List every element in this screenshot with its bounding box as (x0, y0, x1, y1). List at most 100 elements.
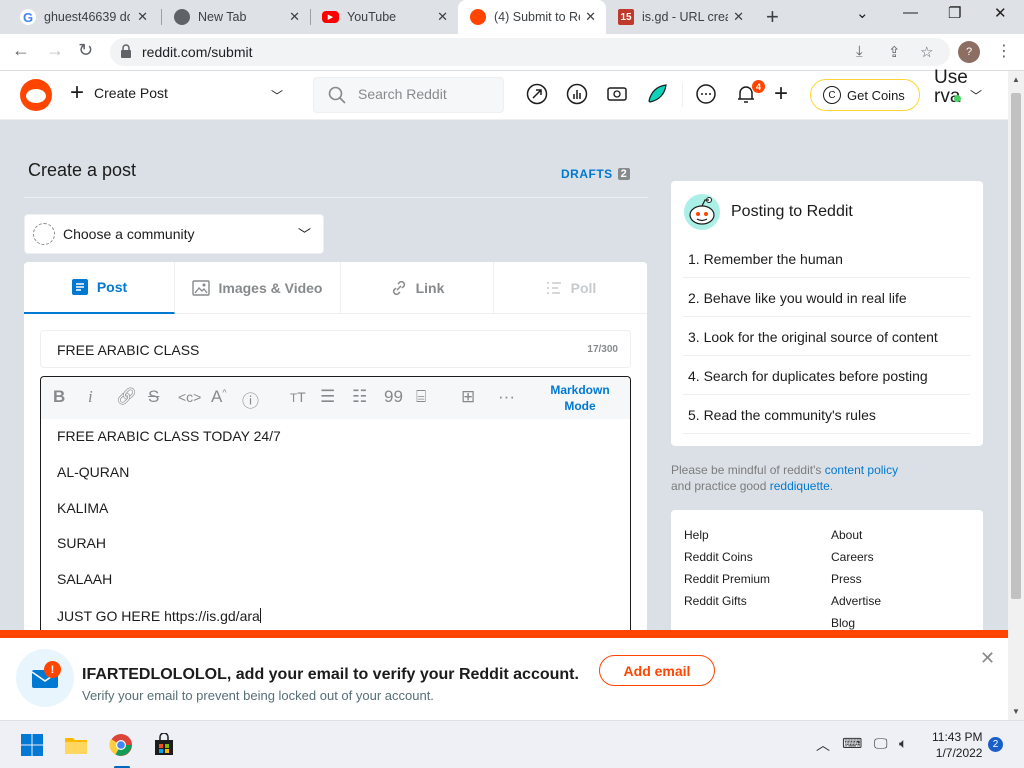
close-tab-icon[interactable]: ✕ (585, 9, 596, 25)
tab-poll[interactable]: Poll (494, 262, 647, 314)
reload-icon[interactable]: ↻ (78, 40, 93, 61)
footer-link[interactable]: Help (684, 524, 770, 546)
back-icon[interactable]: ← (12, 40, 30, 61)
post-icon (71, 279, 88, 295)
post-body-editor[interactable]: B i 🔗︎ S <c> A^ ⓘ TT ☰ ☷ 99 ⌸ ⊞ ··· Mark… (40, 376, 631, 632)
url-text[interactable]: reddit.com/submit (142, 44, 252, 60)
user-menu[interactable]: Use rva (934, 68, 968, 109)
community-selector[interactable]: Choose a community ﹀ (24, 214, 324, 254)
windows-start-icon[interactable] (20, 733, 44, 757)
browser-tab[interactable]: New Tab ✕ (162, 0, 310, 34)
close-tab-icon[interactable]: ✕ (437, 9, 448, 25)
italic-icon[interactable]: i (88, 387, 93, 407)
close-icon[interactable]: ✕ (980, 648, 995, 669)
footer-link[interactable]: Press (831, 568, 881, 590)
drafts-button[interactable]: DRAFTS 2 (561, 167, 631, 181)
more-options-icon[interactable]: ··· (498, 387, 515, 407)
link-icon[interactable]: 🔗︎ (116, 387, 138, 407)
browser-tab-strip: G ghuest46639 do ✕ New Tab ✕ ▶ YouTube ✕… (0, 0, 1024, 34)
rpan-icon[interactable] (646, 83, 668, 105)
content-policy-link[interactable]: content policy (825, 463, 898, 477)
alert-badge: ! (44, 661, 61, 678)
code-block-icon[interactable]: ⌸ (416, 387, 426, 407)
close-window-icon[interactable]: ✕ (994, 4, 1007, 22)
share-icon[interactable]: ⇪ (888, 43, 901, 61)
footer-link[interactable]: Reddit Coins (684, 546, 770, 568)
chevron-down-icon: ﹀ (297, 227, 311, 242)
chrome-taskbar-icon[interactable] (109, 733, 133, 757)
table-icon[interactable]: ⊞ (461, 387, 475, 407)
footer-link[interactable]: Reddit Premium (684, 568, 770, 590)
footer-link[interactable]: About (831, 524, 881, 546)
restore-icon[interactable]: ❐ (948, 4, 961, 22)
bold-icon[interactable]: B (53, 387, 65, 407)
search-box[interactable] (313, 77, 504, 113)
inline-code-icon[interactable]: <c> (178, 389, 201, 405)
chat-icon[interactable] (695, 83, 717, 105)
get-coins-button[interactable]: C Get Coins (810, 79, 920, 111)
coins-icon[interactable] (606, 83, 628, 105)
tray-chevron-icon[interactable]: ︿ (816, 735, 830, 755)
add-email-button[interactable]: Add email (599, 655, 715, 686)
google-icon: G (20, 9, 36, 25)
file-explorer-icon[interactable] (64, 733, 88, 757)
rules-list: 1. Remember the human 2. Behave like you… (683, 239, 970, 434)
heading-icon[interactable]: TT (290, 389, 306, 405)
user-chevron-down-icon[interactable]: ﹀ (970, 87, 982, 104)
numbered-list-icon[interactable]: ☷ (352, 387, 367, 407)
editor-body-text[interactable]: FREE ARABIC CLASS TODAY 24/7 AL-QURAN KA… (57, 428, 281, 645)
online-dot (954, 95, 961, 102)
notification-center-badge[interactable]: 2 (988, 737, 1003, 752)
forward-icon[interactable]: → (46, 40, 64, 61)
close-tab-icon[interactable]: ✕ (137, 9, 148, 25)
reddit-logo-icon[interactable] (20, 79, 52, 111)
close-tab-icon[interactable]: ✕ (289, 9, 300, 25)
strikethrough-icon[interactable]: S (148, 387, 159, 407)
reddit-header: + Create Post ﹀ 4 + C Get Coins Use rva … (0, 68, 1008, 120)
post-title-input[interactable]: FREE ARABIC CLASS 17/300 (40, 330, 631, 368)
tab-images-video[interactable]: Images & Video (175, 262, 341, 314)
volume-icon[interactable]: 🔈︎ (899, 735, 907, 752)
footer-link[interactable]: Careers (831, 546, 881, 568)
tab-search-icon[interactable]: ⌄ (856, 4, 869, 22)
minimize-icon[interactable]: — (903, 4, 918, 21)
tab-link[interactable]: Link (341, 262, 494, 314)
chevron-down-icon[interactable]: ﹀ (271, 87, 283, 104)
create-plus-icon[interactable]: + (774, 80, 788, 108)
footer-link[interactable]: Advertise (831, 590, 881, 612)
browser-tab-active[interactable]: (4) Submit to Re ✕ (458, 0, 606, 34)
scrollbar-thumb[interactable] (1011, 93, 1021, 599)
new-tab-icon[interactable]: + (766, 4, 779, 30)
policy-note: Please be mindful of reddit's content po… (671, 463, 899, 493)
dashed-circle-icon (33, 223, 55, 245)
create-post-dropdown[interactable]: + Create Post (70, 81, 168, 105)
browser-tab[interactable]: G ghuest46639 do ✕ (8, 0, 158, 34)
keyboard-icon[interactable]: ⌨ (842, 735, 862, 752)
reddiquette-link[interactable]: reddiquette (770, 479, 830, 493)
lock-icon (121, 44, 131, 58)
browser-tab[interactable]: 15 is.gd - URL crea ✕ (606, 0, 754, 34)
taskbar-clock[interactable]: 11:43 PM 1/7/2022 (932, 729, 982, 761)
bullet-list-icon[interactable]: ☰ (320, 387, 335, 407)
body-line: KALIMA (57, 499, 109, 516)
close-tab-icon[interactable]: ✕ (733, 9, 744, 25)
address-bar[interactable]: reddit.com/submit ⤓ ⇪ ☆ (110, 38, 950, 66)
profile-avatar[interactable]: ? (958, 41, 980, 63)
store-icon[interactable] (152, 733, 176, 757)
quote-block-icon[interactable]: 99 (384, 387, 403, 407)
tab-post[interactable]: Post (24, 262, 175, 314)
popular-icon[interactable] (526, 83, 548, 105)
superscript-icon[interactable]: A^ (211, 387, 227, 407)
footer-link[interactable]: Reddit Gifts (684, 590, 770, 612)
chrome-menu-icon[interactable]: ⋮ (996, 41, 1012, 61)
search-input[interactable] (358, 86, 498, 102)
editor-toolbar: B i 🔗︎ S <c> A^ ⓘ TT ☰ ☷ 99 ⌸ ⊞ ··· Mark… (41, 377, 630, 419)
spoiler-icon[interactable]: ⓘ (242, 387, 259, 412)
bookmark-star-icon[interactable]: ☆ (920, 43, 933, 61)
install-icon[interactable]: ⤓ (856, 43, 863, 60)
markdown-mode-button[interactable]: Markdown Mode (547, 382, 613, 414)
stats-icon[interactable] (566, 83, 588, 105)
browser-tab[interactable]: ▶ YouTube ✕ (310, 0, 458, 34)
network-icon[interactable]: 🖵︎ (874, 735, 888, 752)
scrollbar[interactable]: ▲ ▼ (1008, 71, 1024, 720)
